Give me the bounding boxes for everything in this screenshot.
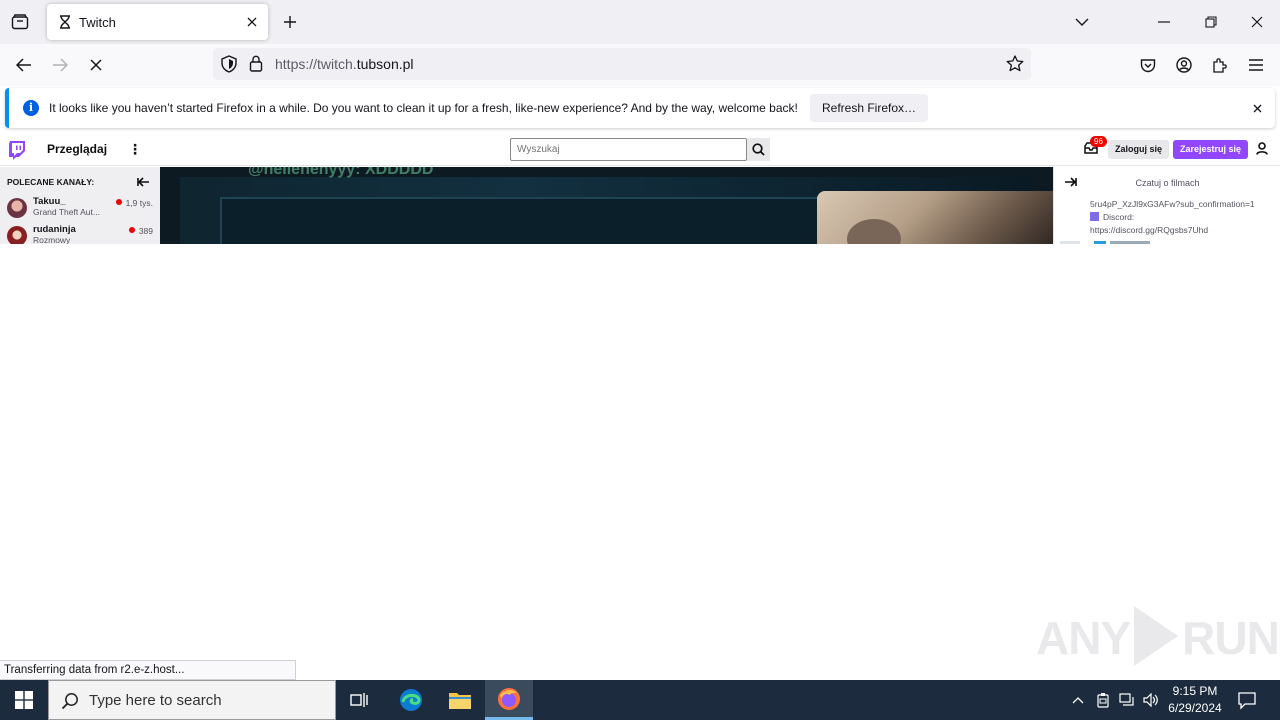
channel-category: Grand Theft Aut... [33,207,100,217]
channel-name: rudaninja [33,224,76,235]
channel-item-rudaninja[interactable]: rudaninja Rozmowy 389 [0,222,160,244]
streamer-webcam [817,191,1053,244]
list-all-tabs-icon[interactable] [1070,10,1094,34]
extensions-icon[interactable] [1207,53,1233,77]
search-icon [61,692,79,710]
discord-emote-icon [1090,212,1099,221]
file-explorer-icon[interactable] [436,680,484,720]
new-tab-icon[interactable] [280,12,300,32]
windows-taskbar: Type here to search 9:15 PM 6/29/2024 [0,680,1280,720]
close-window-icon[interactable] [1245,10,1269,34]
channel-category: Rozmowy [33,235,71,244]
twitch-page: Przeglądaj ⋮ 96 Zaloguj się Zarejestruj … [0,132,1280,680]
stop-loading-icon[interactable] [83,53,109,77]
firefox-view-icon[interactable] [8,10,32,34]
status-panel: Transferring data from r2.e-z.host... [0,660,296,680]
clock-date: 6/29/2024 [1168,701,1222,715]
collapse-sidebar-icon[interactable] [137,177,151,189]
chat-message-line: 5ru4pP_XzJl9xG3AFw?sub_confirmation=1 [1090,199,1255,209]
lock-icon[interactable] [249,55,263,77]
task-view-icon[interactable] [336,680,384,720]
channel-item-takuu[interactable]: Takuu_ Grand Theft Aut... 1,9 tys. [0,194,160,222]
video-player[interactable]: @hellehehyyy: XDDDDD [160,167,1053,244]
twitch-search-field[interactable] [510,138,747,161]
recommended-channels-sidebar: POLECANE KANAŁY: Takuu_ Grand Theft Aut.… [0,167,160,244]
twitch-search-input[interactable] [511,139,746,160]
tracking-protection-shield-icon[interactable] [221,55,237,78]
hourglass-icon [57,14,73,30]
notification-count-badge: 96 [1090,136,1107,147]
chat-panel: Czatuj o filmach 5ru4pP_XzJl9xG3AFw?sub_… [1053,167,1280,244]
refresh-firefox-button[interactable]: Refresh Firefox… [810,94,929,122]
search-icon[interactable] [747,138,770,161]
signup-button[interactable]: Zarejestruj się [1173,140,1249,159]
tab-title: Twitch [79,14,116,30]
taskbar-search-box[interactable]: Type here to search [48,680,336,720]
expand-chat-icon[interactable] [1064,177,1077,190]
restore-icon[interactable] [1199,10,1223,34]
login-button[interactable]: Zaloguj się [1108,140,1170,159]
refresh-firefox-notification: i It looks like you haven’t started Fire… [5,88,1275,128]
device-icon[interactable] [1095,692,1111,708]
notification-message: It looks like you haven’t started Firefo… [49,101,798,115]
back-icon[interactable] [11,53,37,77]
chat-message-line: Discord: [1090,212,1134,222]
viewer-count: 389 [129,226,153,236]
browse-link[interactable]: Przeglądaj [47,142,107,156]
account-icon[interactable] [1171,53,1197,77]
channel-name: Takuu_ [33,196,66,207]
minimize-icon[interactable] [1152,10,1176,34]
tab-twitch[interactable]: Twitch [47,4,268,40]
viewer-count: 1,9 tys. [116,198,153,208]
navigation-toolbar: https://twitch.tubson.pl [0,44,1280,86]
twitch-top-nav: Przeglądaj ⋮ 96 Zaloguj się Zarejestruj … [0,132,1280,166]
firefox-taskbar-icon[interactable] [485,680,533,720]
close-tab-icon[interactable] [242,12,262,32]
system-clock[interactable]: 9:15 PM 6/29/2024 [1160,683,1230,717]
network-icon[interactable] [1119,692,1135,708]
pocket-icon[interactable] [1135,53,1161,77]
url-bar[interactable]: https://twitch.tubson.pl [213,48,1031,80]
url-text[interactable]: https://twitch.tubson.pl [275,56,414,72]
chat-message-link[interactable]: https://discord.gg/RQgsbs7Uhd [1090,225,1208,235]
show-hidden-icons-chevron-icon[interactable] [1070,692,1086,708]
user-menu-icon[interactable] [1256,142,1270,156]
edge-icon[interactable] [387,680,435,720]
avatar [7,226,27,244]
avatar [7,198,27,218]
windows-start-icon[interactable] [0,680,48,720]
bookmark-star-icon[interactable] [1006,55,1024,77]
tab-strip: Twitch [0,0,1280,44]
volume-icon[interactable] [1143,692,1159,708]
taskbar-search-placeholder: Type here to search [89,692,222,709]
hamburger-menu-icon[interactable] [1243,53,1269,77]
more-options-icon[interactable]: ⋮ [128,141,142,157]
info-icon: i [23,100,39,116]
close-notification-icon[interactable] [1249,100,1265,116]
forward-icon[interactable] [47,53,73,77]
clock-time: 9:15 PM [1172,684,1218,698]
chat-title: Czatuj o filmach [1135,178,1200,188]
twitch-logo-icon[interactable] [8,140,26,160]
action-center-icon[interactable] [1237,690,1257,710]
sidebar-header: POLECANE KANAŁY: [7,177,95,187]
stream-overlay-text: @hellehehyyy: XDDDDD [248,167,434,178]
anyrun-watermark: ANY RUN [1036,606,1280,666]
